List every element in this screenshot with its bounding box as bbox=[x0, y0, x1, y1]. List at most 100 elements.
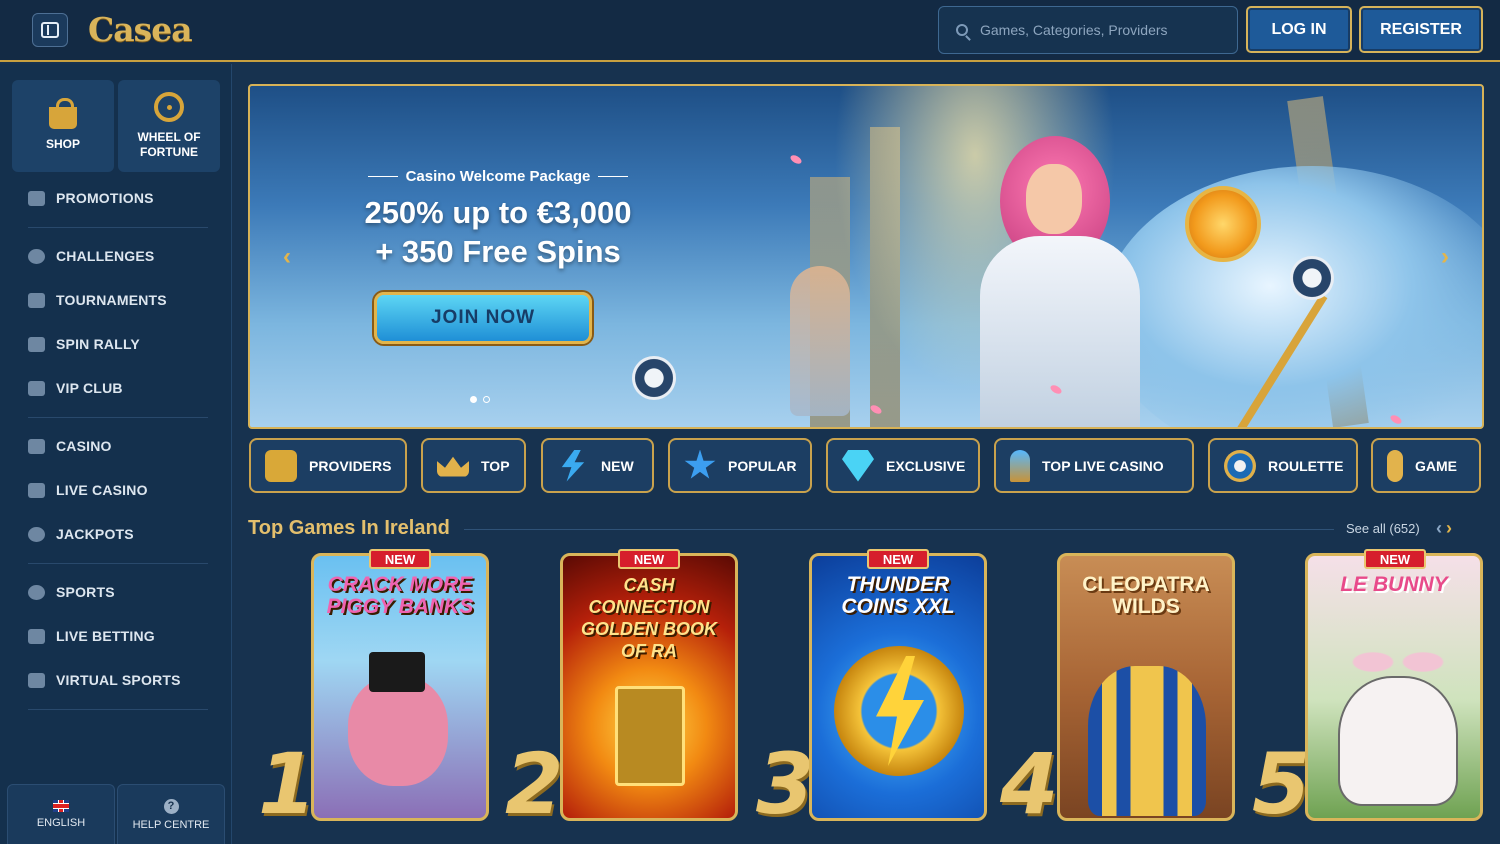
category-top-live-casino[interactable]: TOP LIVE CASINO bbox=[994, 438, 1194, 493]
divider bbox=[464, 529, 1334, 530]
trophy-icon bbox=[28, 292, 45, 308]
game-title: CRACK MORE PIGGY BANKS bbox=[326, 573, 474, 618]
divider bbox=[28, 563, 208, 564]
sidebar-item-sports[interactable]: SPORTS bbox=[28, 581, 115, 603]
sidebar-tile-wheel-of-fortune[interactable]: WHEEL OF FORTUNE bbox=[118, 80, 220, 172]
wheel-icon bbox=[154, 92, 184, 122]
sidebar-item-challenges[interactable]: CHALLENGES bbox=[28, 245, 154, 267]
crown-icon bbox=[437, 456, 469, 477]
medal-icon bbox=[28, 248, 45, 264]
banner-prev-arrow-icon[interactable]: ‹ bbox=[274, 243, 300, 270]
diamond-icon bbox=[28, 380, 45, 396]
game-title: CASH CONNECTION GOLDEN BOOK OF RA bbox=[580, 575, 717, 661]
sidebar-item-casino[interactable]: CASINO bbox=[28, 435, 112, 457]
rank-number: 1 bbox=[258, 735, 317, 833]
promo-banner[interactable]: Casino Welcome Package 250% up to €3,000… bbox=[248, 84, 1484, 429]
sidebar-item-label: LIVE CASINO bbox=[56, 482, 148, 498]
slide-dot[interactable] bbox=[483, 396, 490, 403]
sidebar-item-label: VIP CLUB bbox=[56, 380, 123, 396]
sidebar-item-promotions[interactable]: PROMOTIONS bbox=[28, 187, 154, 209]
uk-flag-icon bbox=[53, 800, 69, 812]
sidebar: SHOP WHEEL OF FORTUNE PROMOTIONS CHALLEN… bbox=[0, 64, 232, 844]
roulette-icon bbox=[1224, 449, 1256, 482]
live-icon bbox=[28, 628, 45, 644]
rank-number: 3 bbox=[756, 735, 815, 833]
prev-arrow-icon[interactable]: ‹ bbox=[1436, 518, 1446, 538]
category-providers[interactable]: PROVIDERS bbox=[249, 438, 407, 493]
shopping-bag-icon bbox=[49, 97, 77, 129]
chip-icon bbox=[1290, 256, 1334, 300]
banner-art bbox=[1185, 186, 1261, 262]
category-new[interactable]: NEW bbox=[541, 438, 654, 493]
sidebar-item-live-betting[interactable]: LIVE BETTING bbox=[28, 625, 155, 647]
search-icon bbox=[956, 24, 968, 36]
chip-icon bbox=[632, 356, 676, 400]
category-label: TOP bbox=[481, 457, 510, 474]
sidebar-item-virtual-sports[interactable]: VIRTUAL SPORTS bbox=[28, 669, 181, 691]
game-card[interactable]: THUNDER COINS XXL bbox=[809, 553, 987, 821]
divider bbox=[28, 417, 208, 418]
ball-icon bbox=[28, 584, 45, 600]
search-input[interactable] bbox=[980, 22, 1220, 38]
game-title: LE BUNNY bbox=[1340, 573, 1448, 596]
sidebar-item-spin-rally[interactable]: SPIN RALLY bbox=[28, 333, 140, 355]
sidebar-item-label: PROMOTIONS bbox=[56, 190, 154, 206]
divider bbox=[28, 227, 208, 228]
see-all-link[interactable]: See all (652) bbox=[1346, 521, 1420, 536]
sidebar-toggle-icon[interactable] bbox=[32, 13, 68, 47]
new-badge: NEW bbox=[867, 549, 929, 569]
slide-dot[interactable] bbox=[470, 396, 477, 403]
star-icon bbox=[684, 449, 716, 479]
category-exclusive[interactable]: EXCLUSIVE bbox=[826, 438, 980, 493]
card-icon bbox=[265, 449, 297, 482]
register-button[interactable]: REGISTER bbox=[1359, 6, 1483, 53]
sidebar-item-label: LIVE BETTING bbox=[56, 628, 155, 644]
torch-icon bbox=[1010, 449, 1030, 482]
tile-label: SHOP bbox=[45, 136, 80, 151]
login-button[interactable]: LOG IN bbox=[1246, 6, 1352, 53]
game-card[interactable]: CASH CONNECTION GOLDEN BOOK OF RA bbox=[560, 553, 738, 821]
sidebar-item-tournaments[interactable]: TOURNAMENTS bbox=[28, 289, 167, 311]
sidebar-item-label: JACKPOTS bbox=[56, 526, 134, 542]
game-art bbox=[1088, 666, 1206, 816]
help-label: HELP CENTRE bbox=[132, 818, 210, 831]
rank-number: 4 bbox=[1000, 735, 1059, 833]
slot-machine-icon bbox=[28, 438, 45, 454]
casea-logo[interactable]: Casea bbox=[88, 10, 193, 49]
category-roulette[interactable]: ROULETTE bbox=[1208, 438, 1358, 493]
category-label: GAME bbox=[1415, 457, 1457, 474]
monitor-icon bbox=[28, 672, 45, 688]
sidebar-item-vip-club[interactable]: VIP CLUB bbox=[28, 377, 123, 399]
carousel-arrows: ‹› bbox=[1436, 518, 1456, 539]
category-label: ROULETTE bbox=[1268, 457, 1344, 474]
category-top[interactable]: TOP bbox=[421, 438, 526, 493]
banner-subtitle: Casino Welcome Package bbox=[328, 168, 668, 185]
rank-number: 2 bbox=[505, 735, 564, 833]
category-game-shows[interactable]: GAME bbox=[1371, 438, 1481, 493]
banner-art bbox=[789, 153, 803, 166]
sidebar-tile-shop[interactable]: SHOP bbox=[12, 80, 114, 172]
lightning-icon bbox=[561, 449, 585, 482]
category-popular[interactable]: POPULAR bbox=[668, 438, 812, 493]
category-label: POPULAR bbox=[728, 457, 797, 474]
search-box[interactable] bbox=[938, 6, 1238, 54]
sidebar-item-live-casino[interactable]: LIVE CASINO bbox=[28, 479, 148, 501]
category-label: EXCLUSIVE bbox=[886, 457, 966, 474]
rank-number: 5 bbox=[1252, 735, 1311, 833]
banner-art bbox=[790, 266, 850, 416]
sidebar-item-jackpots[interactable]: JACKPOTS bbox=[28, 523, 134, 545]
next-arrow-icon[interactable]: › bbox=[1446, 518, 1456, 538]
banner-next-arrow-icon[interactable]: › bbox=[1432, 243, 1458, 270]
game-art bbox=[615, 686, 685, 786]
game-card[interactable]: LE BUNNY bbox=[1305, 553, 1483, 821]
new-badge: NEW bbox=[1364, 549, 1426, 569]
game-title: CLEOPATRA WILDS bbox=[1082, 573, 1210, 618]
help-centre-button[interactable]: ? HELP CENTRE bbox=[117, 784, 225, 844]
new-badge: NEW bbox=[618, 549, 680, 569]
game-card[interactable]: CRACK MORE PIGGY BANKS bbox=[311, 553, 489, 821]
language-selector[interactable]: ENGLISH bbox=[7, 784, 115, 844]
flag-icon bbox=[28, 336, 45, 352]
new-badge: NEW bbox=[369, 549, 431, 569]
join-now-button[interactable]: JOIN NOW bbox=[374, 292, 592, 344]
game-card[interactable]: CLEOPATRA WILDS bbox=[1057, 553, 1235, 821]
